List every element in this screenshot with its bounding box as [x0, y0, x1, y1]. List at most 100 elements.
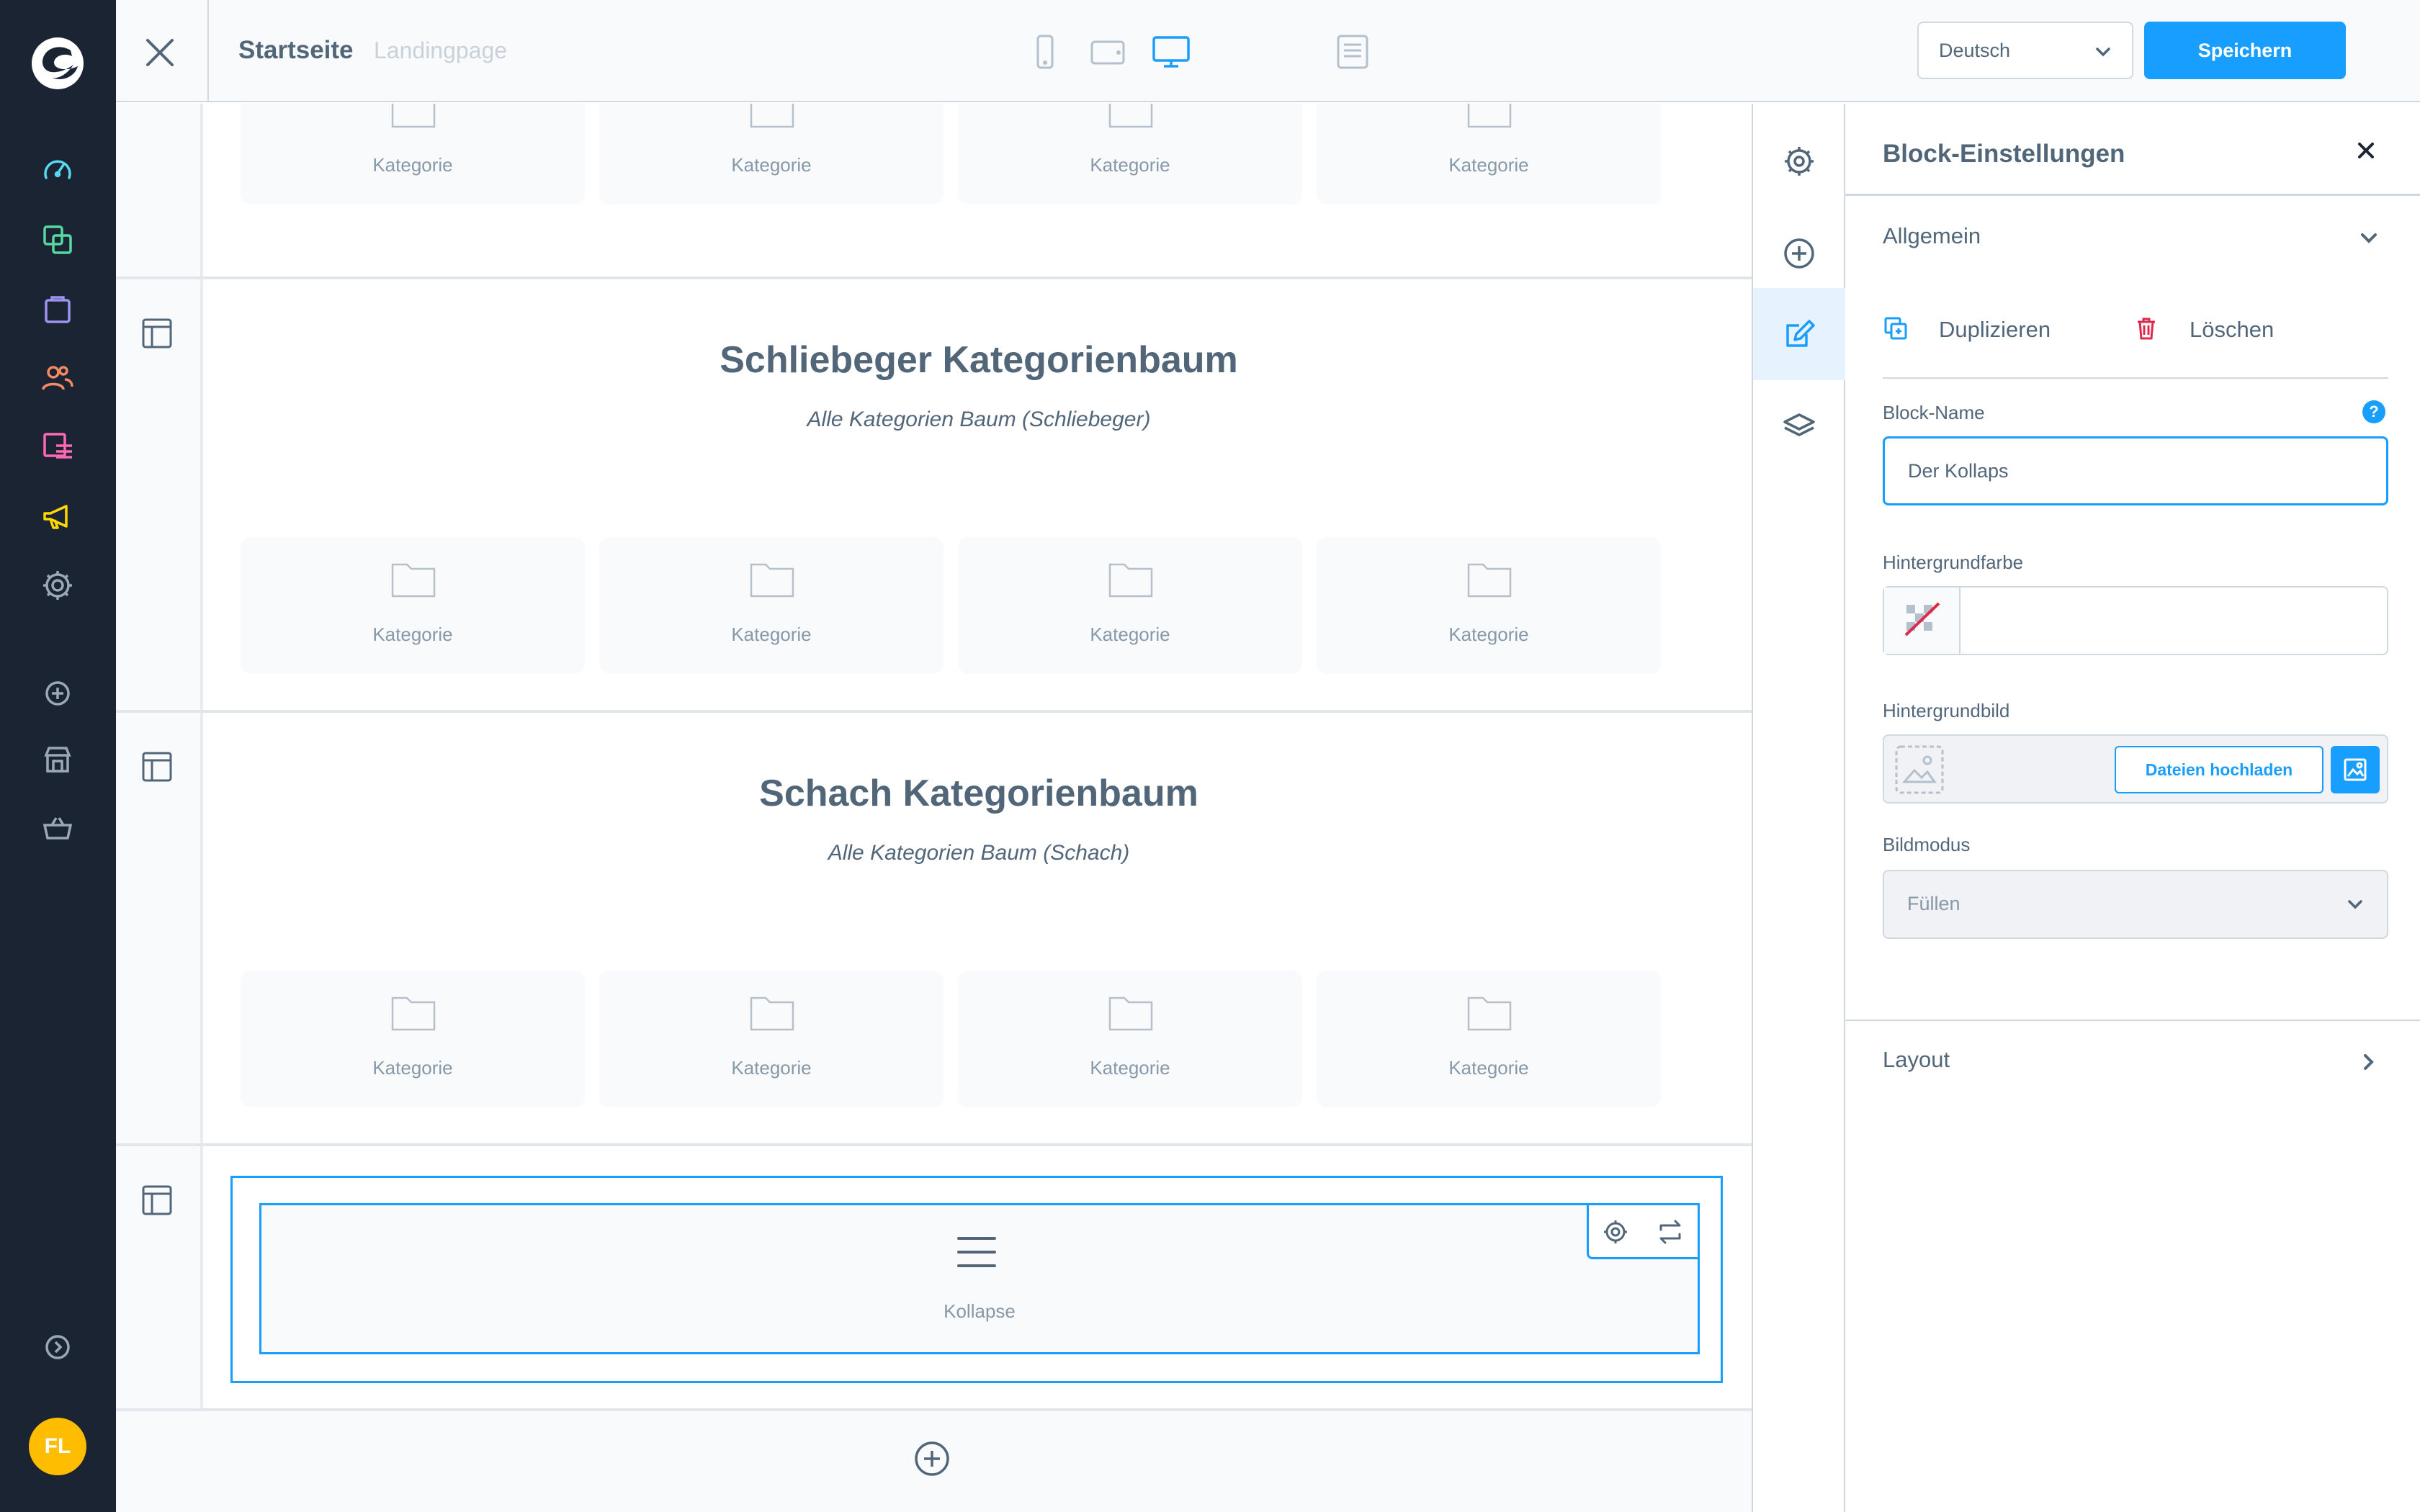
block-settings-panel: Block-Einstellungen Allgemein Dupliziere… — [1845, 104, 2420, 1512]
image-mode-label: Bildmodus — [1883, 834, 1971, 855]
hamburger-icon — [956, 1234, 998, 1270]
shopware-logo-icon[interactable] — [30, 36, 85, 91]
panel-header: Block-Einstellungen — [1845, 104, 2420, 196]
category-section-schach[interactable]: Schach Kategorienbaum Alle Kategorien Ba… — [200, 713, 1752, 1143]
category-card-label: Kategorie — [731, 1057, 812, 1079]
delete-button[interactable]: Löschen — [2133, 312, 2306, 348]
section-title: Schach Kategorienbaum — [759, 773, 1198, 814]
section-title: Schliebeger Kategorienbaum — [720, 339, 1238, 381]
folder-icon — [750, 559, 794, 598]
category-card-label: Kategorie — [1448, 624, 1529, 645]
user-avatar[interactable]: FL — [29, 1418, 86, 1475]
chevron-down-icon — [2345, 894, 2365, 914]
block-settings-icon[interactable] — [1602, 1218, 1629, 1246]
duplicate-button[interactable]: Duplizieren — [1883, 312, 2070, 348]
folder-icon — [1108, 559, 1153, 598]
catalogue-icon[interactable] — [39, 221, 76, 258]
category-card[interactable]: Kategorie — [958, 971, 1302, 1107]
image-mode-select[interactable]: Füllen — [1883, 870, 2388, 939]
swap-block-icon[interactable] — [1657, 1218, 1684, 1246]
panel-divider — [1883, 377, 2388, 379]
category-card[interactable]: Kategorie — [1317, 971, 1661, 1107]
desktop-icon[interactable] — [1151, 32, 1191, 72]
admin-sidebar: FL — [0, 0, 116, 1512]
content-icon[interactable] — [39, 428, 76, 466]
tab-block-settings[interactable] — [1753, 288, 1845, 380]
category-section-top[interactable]: Kategorie Kategorie Kategorie Kategorie — [200, 104, 1752, 276]
customers-icon[interactable] — [39, 359, 76, 397]
marketing-icon[interactable] — [39, 498, 76, 535]
plus-circle-icon — [1784, 238, 1814, 269]
mobile-icon[interactable] — [1025, 32, 1065, 72]
duplicate-label: Duplizieren — [1939, 317, 2051, 342]
block-name-input[interactable] — [1883, 436, 2388, 505]
category-card[interactable]: Kategorie — [241, 537, 585, 674]
chevron-right-icon[interactable] — [2357, 1050, 2381, 1074]
editor-toolbar: Startseite Landingpage Deutsch Speichern — [116, 0, 2420, 102]
basket-icon[interactable] — [39, 809, 76, 847]
panel-divider — [1845, 1020, 2420, 1021]
category-card[interactable]: Kategorie — [599, 971, 944, 1107]
category-card-label: Kategorie — [372, 1057, 453, 1079]
tab-add-blocks[interactable] — [1753, 207, 1845, 300]
dashboard-icon[interactable] — [39, 152, 76, 189]
category-card[interactable]: Kategorie — [958, 537, 1302, 674]
settings-icon[interactable] — [39, 567, 76, 604]
media-library-button[interactable] — [2331, 746, 2380, 793]
category-card-label: Kategorie — [1448, 154, 1529, 176]
category-card-label: Kategorie — [1090, 154, 1170, 176]
category-card-label: Kategorie — [1448, 1057, 1529, 1079]
gear-icon — [1785, 147, 1814, 176]
form-icon[interactable] — [1332, 32, 1373, 72]
save-button[interactable]: Speichern — [2144, 22, 2346, 79]
orders-icon[interactable] — [39, 290, 76, 328]
chevron-down-icon — [2093, 42, 2113, 62]
background-image-upload[interactable]: Dateien hochladen — [1883, 734, 2388, 804]
edit-icon — [1786, 320, 1815, 347]
folder-icon — [1108, 992, 1153, 1031]
upload-files-button[interactable]: Dateien hochladen — [2115, 746, 2323, 793]
section-layout-icon[interactable] — [140, 317, 174, 350]
language-select[interactable]: Deutsch — [1917, 22, 2133, 79]
category-card[interactable]: Kategorie — [599, 104, 944, 204]
chevron-down-icon[interactable] — [2357, 226, 2381, 251]
collapse-block[interactable]: Kollapse — [259, 1203, 1700, 1354]
tab-layers[interactable] — [1753, 380, 1845, 472]
toolbar-divider — [207, 0, 209, 102]
extensions-icon[interactable] — [39, 675, 76, 712]
section-layout-icon[interactable] — [140, 1184, 174, 1217]
category-card[interactable]: Kategorie — [1317, 104, 1661, 204]
folder-icon — [1108, 104, 1153, 128]
background-color-label: Hintergrundfarbe — [1883, 552, 2024, 573]
help-icon[interactable]: ? — [2362, 400, 2385, 423]
accordion-layout[interactable]: Layout — [1883, 1047, 1950, 1073]
accordion-general[interactable]: Allgemein — [1883, 223, 1981, 249]
tablet-icon[interactable] — [1088, 32, 1128, 72]
close-icon[interactable] — [143, 36, 176, 69]
color-swatch[interactable] — [1884, 588, 1960, 654]
page-type: Landingpage — [374, 37, 508, 63]
category-card[interactable]: Kategorie — [599, 537, 944, 674]
add-section-icon[interactable] — [913, 1440, 951, 1477]
collapse-menu-icon[interactable] — [39, 1328, 76, 1366]
category-card[interactable]: Kategorie — [1317, 537, 1661, 674]
category-card-label: Kategorie — [1090, 1057, 1170, 1079]
section-layout-icon[interactable] — [140, 750, 174, 783]
category-card[interactable]: Kategorie — [958, 104, 1302, 204]
store-icon[interactable] — [39, 741, 76, 778]
folder-icon — [391, 104, 436, 128]
sidebar-tab-column — [1752, 104, 1845, 1512]
delete-label: Löschen — [2190, 317, 2275, 342]
trash-icon — [2133, 315, 2159, 341]
tab-page-settings[interactable] — [1753, 115, 1845, 207]
background-color-input[interactable] — [1883, 586, 2388, 655]
section-gutter — [116, 104, 200, 276]
section-divider — [116, 1408, 1752, 1411]
category-section-schliebeger[interactable]: Schliebeger Kategorienbaum Alle Kategori… — [200, 279, 1752, 710]
category-card[interactable]: Kategorie — [241, 971, 585, 1107]
folder-icon — [1467, 104, 1512, 128]
category-card[interactable]: Kategorie — [241, 104, 585, 204]
close-icon[interactable] — [2354, 138, 2378, 163]
block-name-label: Block-Name — [1883, 402, 1985, 423]
category-card-label: Kategorie — [372, 154, 453, 176]
